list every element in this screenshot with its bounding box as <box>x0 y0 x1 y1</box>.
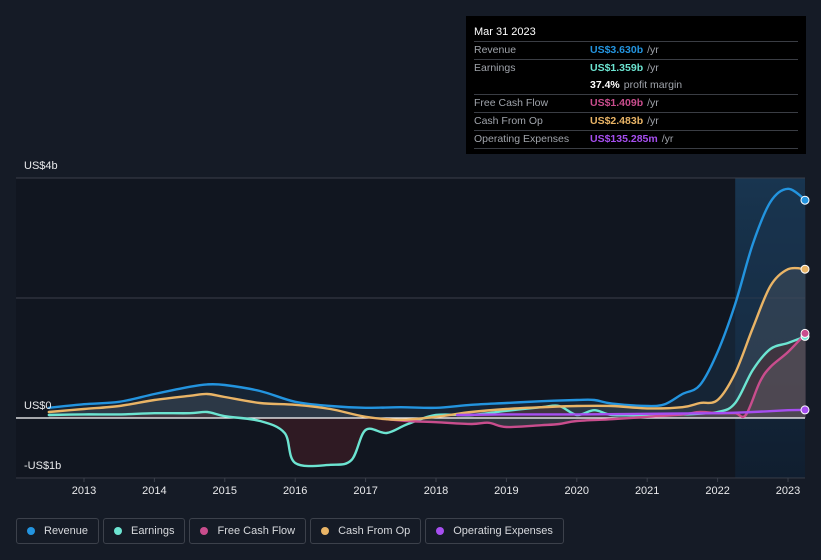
x-tick-label: 2019 <box>494 485 519 497</box>
tooltip-date: Mar 31 2023 <box>474 24 798 42</box>
y-tick-label: -US$1b <box>24 460 62 472</box>
legend-dot-icon <box>321 527 330 535</box>
legend: Revenue Earnings Free Cash Flow Cash From O… <box>16 518 564 544</box>
x-tick-label: 2013 <box>71 485 97 497</box>
tooltip-row: Cash From Op US$2.483b/yr <box>474 113 798 131</box>
legend-item-cash-from-op[interactable]: Cash From Op <box>310 518 422 544</box>
x-tick-label: 2016 <box>282 485 308 497</box>
tooltip-value: US$1.409b <box>590 97 644 109</box>
tooltip-unit: /yr <box>647 62 659 74</box>
tooltip-value: 37.4% <box>590 79 620 91</box>
free-cash-flow-end-marker[interactable] <box>800 328 810 338</box>
legend-dot-icon <box>436 527 445 535</box>
x-tick-label: 2015 <box>212 485 238 497</box>
tooltip-row: 37.4% profit margin <box>474 77 798 95</box>
cash-from-op-end-marker[interactable] <box>800 264 810 274</box>
legend-label: Earnings <box>131 525 175 537</box>
tooltip-row: Revenue US$3.630b/yr <box>474 42 798 60</box>
tooltip-label: Earnings <box>474 62 516 74</box>
tooltip: Mar 31 2023 Revenue US$3.630b/yr Earnings U… <box>466 16 806 154</box>
legend-dot-icon <box>114 527 123 535</box>
tooltip-row: Free Cash Flow US$1.409b/yr <box>474 95 798 113</box>
tooltip-value: US$1.359b <box>590 62 644 74</box>
legend-label: Operating Expenses <box>453 525 553 537</box>
x-tick-label: 2022 <box>705 485 730 497</box>
y-tick-label: US$4b <box>24 160 58 172</box>
tooltip-value: US$2.483b <box>590 115 644 127</box>
legend-item-operating-expenses[interactable]: Operating Expenses <box>425 518 564 544</box>
tooltip-value: US$135.285m <box>590 133 658 145</box>
legend-dot-icon <box>27 527 35 535</box>
legend-item-earnings[interactable]: Earnings <box>103 518 186 544</box>
legend-label: Free Cash Flow <box>217 525 296 537</box>
x-tick-label: 2017 <box>353 485 378 497</box>
tooltip-label: Cash From Op <box>474 115 543 127</box>
tooltip-label: Revenue <box>474 44 517 56</box>
tooltip-value: US$3.630b <box>590 44 644 56</box>
x-tick-label: 2023 <box>775 485 801 497</box>
legend-dot-icon <box>200 527 209 535</box>
x-tick-label: 2021 <box>634 485 660 497</box>
legend-label: Cash From Op <box>338 525 411 537</box>
x-tick-label: 2014 <box>142 485 167 497</box>
tooltip-label: Operating Expenses <box>474 133 570 145</box>
legend-item-revenue[interactable]: Revenue <box>16 518 100 544</box>
tooltip-unit: profit margin <box>623 79 683 91</box>
tooltip-unit: /yr <box>647 115 659 127</box>
tooltip-unit: /yr <box>647 44 659 56</box>
tooltip-row: Operating Expenses US$135.285m/yr <box>474 131 798 149</box>
x-tick-label: 2018 <box>423 485 449 497</box>
legend-item-free-cash-flow[interactable]: Free Cash Flow <box>189 518 307 544</box>
revenue-end-marker[interactable] <box>800 195 810 205</box>
legend-label: Revenue <box>44 525 89 537</box>
tooltip-unit: /yr <box>647 97 659 109</box>
tooltip-label <box>474 77 590 94</box>
y-tick-label: US$0 <box>24 400 52 412</box>
tooltip-label: Free Cash Flow <box>474 97 549 109</box>
tooltip-unit: /yr <box>661 133 674 145</box>
tooltip-row: Earnings US$1.359b/yr <box>474 60 798 77</box>
plot-background <box>16 178 805 479</box>
x-tick-label: 2020 <box>564 485 590 497</box>
operating-expenses-end-marker[interactable] <box>800 405 810 415</box>
